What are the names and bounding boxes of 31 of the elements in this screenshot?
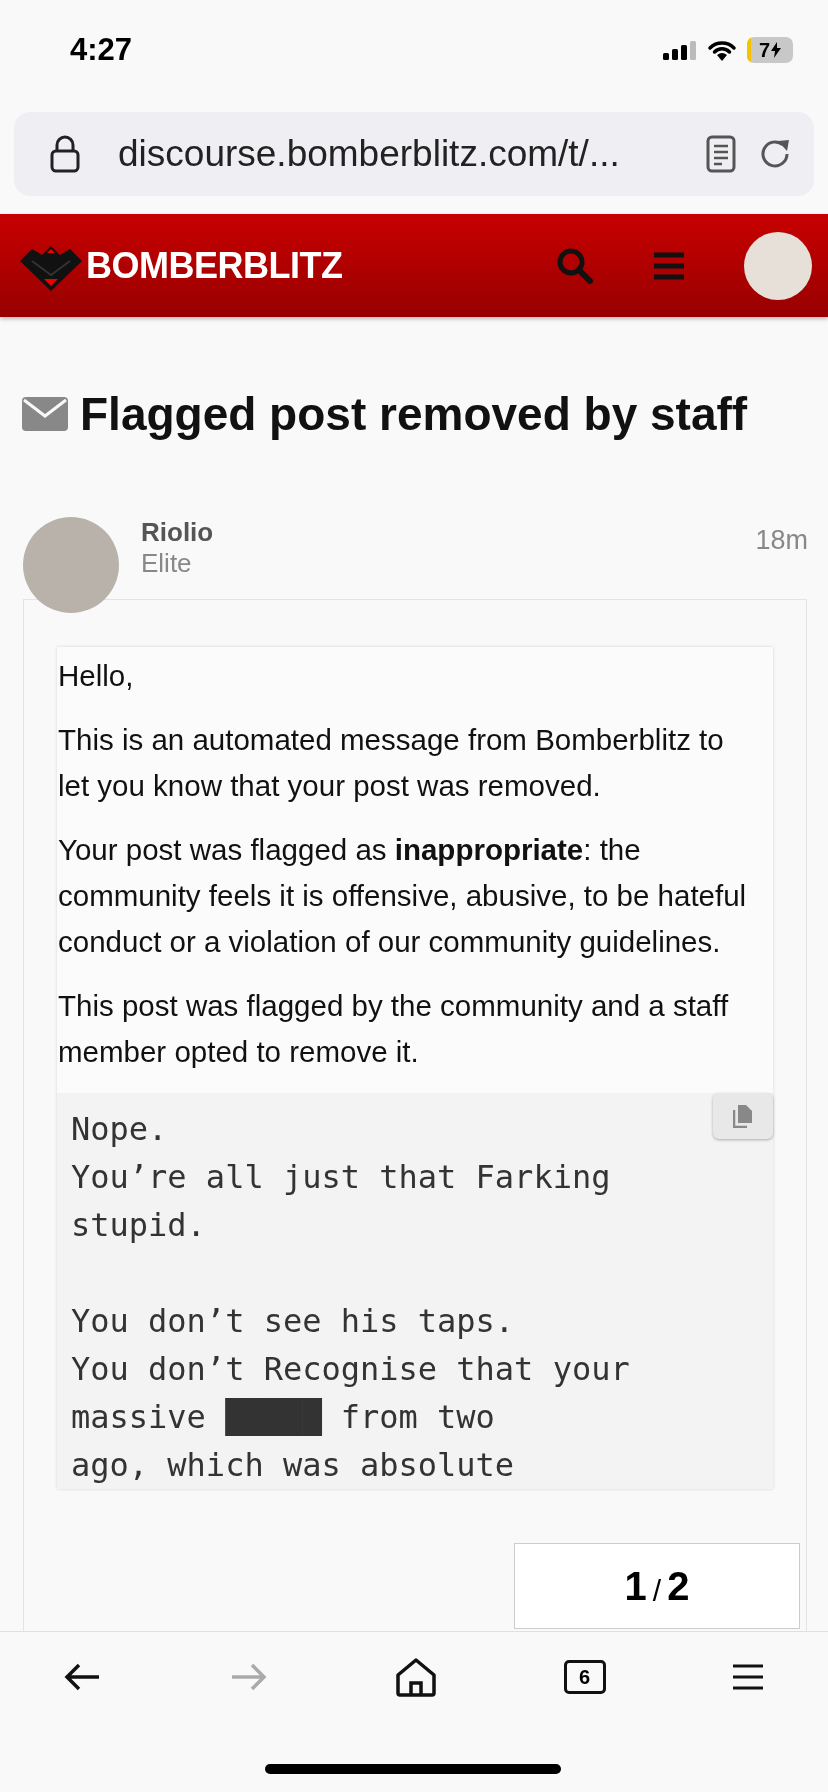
tabs-button[interactable]: 6 bbox=[563, 1660, 606, 1694]
copy-icon bbox=[733, 1104, 753, 1128]
code-line: You’re all just that Farking bbox=[71, 1157, 611, 1198]
reader-icon[interactable] bbox=[706, 135, 736, 173]
code-line: massive █████ from two bbox=[71, 1397, 495, 1438]
message-paragraph: This is an automated message from Bomberblitz to let you know that your post was removed. bbox=[58, 722, 725, 804]
wifi-icon bbox=[707, 39, 737, 61]
author-name[interactable]: Riolio bbox=[141, 517, 756, 548]
code-line: You don’t Recognise that your bbox=[71, 1349, 630, 1390]
url-text: discourse.bomberblitz.com/t/... bbox=[118, 133, 621, 175]
lock-icon bbox=[50, 135, 80, 173]
message-paragraph: This post was flagged by the community and a staff member opted to remove it. bbox=[58, 988, 730, 1070]
code-line: Nope. bbox=[71, 1109, 168, 1150]
author-rank: Elite bbox=[141, 548, 193, 579]
code-line: You don’t see his taps. bbox=[71, 1301, 515, 1342]
topic-title: Flagged post removed by staff bbox=[80, 387, 748, 441]
signal-icon bbox=[663, 40, 697, 60]
battery-icon: 7 bbox=[747, 37, 793, 63]
message-paragraph: Your post was flagged as inappropriate: the community feels it is offensive, abusive, to be hateful conduct or a violation of our community guidelines. bbox=[58, 832, 748, 960]
menu-icon[interactable] bbox=[731, 1663, 766, 1691]
post-counter[interactable]: 1/2 bbox=[514, 1543, 800, 1629]
address-bar[interactable]: discourse.bomberblitz.com/t/... bbox=[14, 112, 814, 196]
home-icon[interactable] bbox=[394, 1657, 438, 1697]
site-logo-text[interactable]: BOMBERBLITZ bbox=[86, 244, 343, 287]
copy-button[interactable] bbox=[713, 1093, 773, 1139]
code-line: stupid. bbox=[71, 1205, 206, 1246]
search-icon[interactable] bbox=[556, 246, 594, 285]
envelope-icon bbox=[22, 397, 68, 431]
status-time: 4:27 bbox=[70, 32, 133, 68]
message-paragraph: Hello, bbox=[58, 658, 135, 694]
code-line: ago, which was absolute bbox=[71, 1445, 515, 1486]
